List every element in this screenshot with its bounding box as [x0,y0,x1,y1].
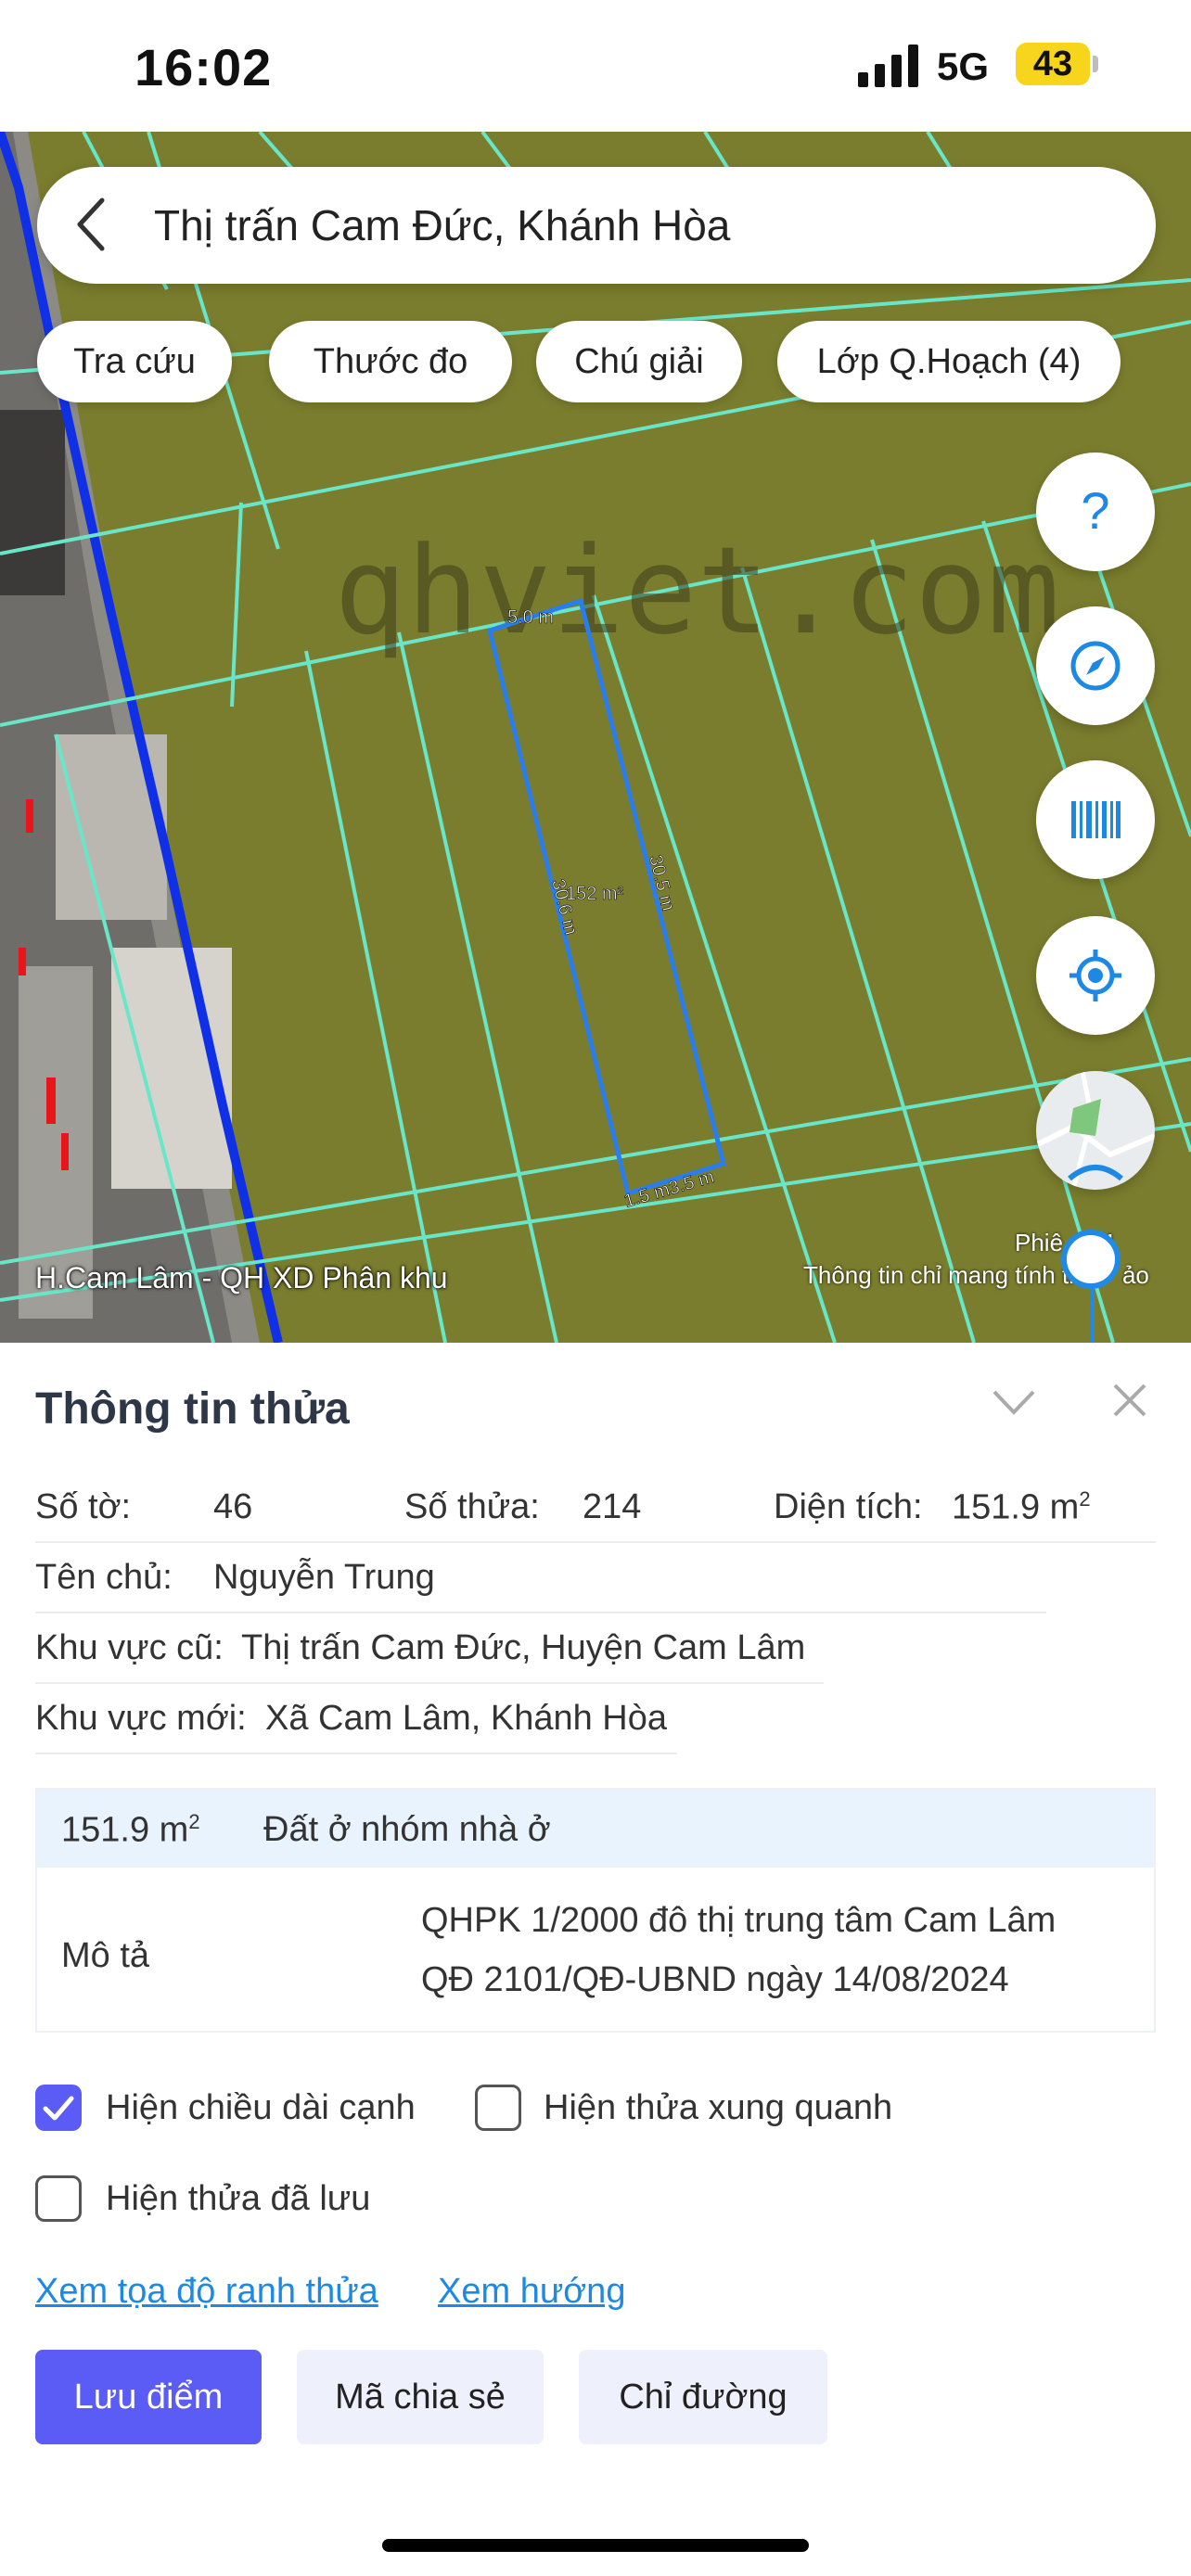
close-icon[interactable] [1111,1382,1148,1419]
chevron-left-icon[interactable] [72,197,109,252]
locate-button[interactable] [1036,916,1155,1035]
help-button[interactable]: ? [1036,453,1155,571]
show-edge-length-checkbox[interactable] [35,2085,82,2131]
compass-button[interactable] [1036,606,1155,725]
khu-vuc-cu-label: Khu vực cũ: [35,1628,224,1667]
planning-info-table: 151.9 m2 Đất ở nhóm nhà ở Mô tả QHPK 1/2… [35,1788,1156,2033]
edge-bottom-label: 1.5 m3.5 m [621,1167,716,1212]
khu-vuc-cu-value: Thị trấn Cam Đức, Huyện Cam Lâm [241,1628,806,1667]
chip-chu-giai[interactable]: Chú giải [536,321,742,402]
chip-thuoc-do[interactable]: Thước đo [269,321,512,402]
ten-chu-value: Nguyễn Trung [213,1558,435,1597]
map-watermark: qhviet.com [334,520,1060,661]
opacity-slider-knob[interactable] [1061,1230,1121,1289]
barcode-button[interactable] [1036,760,1155,879]
so-to-value: 46 [213,1487,253,1526]
show-saved-checkbox[interactable] [35,2175,82,2222]
show-surrounding-label[interactable]: Hiện thửa xung quanh [544,2088,892,2128]
barcode-icon [1071,801,1121,838]
share-code-button[interactable]: Mã chia sẻ [297,2350,544,2444]
check-icon [43,2096,74,2121]
divider [35,1612,1046,1613]
show-saved-label[interactable]: Hiện thửa đã lưu [106,2179,370,2219]
divider [35,1753,677,1754]
mini-map-button[interactable] [1036,1071,1155,1190]
ten-chu-label: Tên chủ: [35,1558,173,1597]
khu-vuc-moi-value: Xã Cam Lâm, Khánh Hòa [265,1699,668,1738]
status-bar: 16:02 5G 43 [0,0,1191,132]
battery-icon: 43 [1016,43,1090,85]
divider [35,1682,824,1684]
locate-icon [1069,950,1121,1001]
signal-icon [858,45,918,87]
opacity-slider-track[interactable] [1091,1287,1095,1343]
show-surrounding-checkbox[interactable] [475,2085,521,2131]
map-layer-label: H.Cam Lâm - QH XD Phân khu [35,1261,448,1294]
so-thua-label: Số thửa: [404,1487,540,1526]
planning-info-header: 151.9 m2 Đất ở nhóm nhà ở [37,1790,1154,1868]
view-coords-link[interactable]: Xem tọa độ ranh thửa [35,2272,378,2312]
view-direction-link[interactable]: Xem hướng [438,2272,625,2312]
home-indicator [382,2539,809,2552]
edge-top-label: 5.0 m [507,607,554,628]
planning-desc-label: Mô tả [61,1936,150,1975]
planning-desc-line2: QĐ 2101/QĐ-UBND ngày 14/08/2024 [421,1960,1009,1999]
battery-tip [1093,56,1098,72]
chevron-down-icon[interactable] [991,1386,1037,1418]
planning-desc-line1: QHPK 1/2000 đô thị trung tâm Cam Lâm [421,1901,1057,1940]
planning-land-type: Đất ở nhóm nhà ở [263,1810,551,1849]
map-canvas: qhviet.com 5.0 m 152 m² 30.6 m 30.5 m 1.… [0,132,1191,1343]
status-time: 16:02 [134,38,273,96]
mini-map-icon [1036,1071,1155,1190]
chip-lop-quy-hoach[interactable]: Lớp Q.Hoạch (4) [777,321,1121,402]
dien-tich-label: Diện tích: [774,1487,923,1526]
help-icon: ? [1081,484,1109,540]
show-edge-length-label[interactable]: Hiện chiều dài cạnh [106,2088,416,2128]
khu-vuc-moi-label: Khu vực mới: [35,1699,247,1738]
compass-icon [1070,641,1121,691]
so-to-label: Số tờ: [35,1487,132,1526]
directions-button[interactable]: Chỉ đường [579,2350,827,2444]
planning-area: 151.9 m2 [61,1810,200,1850]
map-view[interactable]: qhviet.com 5.0 m 152 m² 30.6 m 30.5 m 1.… [0,132,1191,1343]
panel-title: Thông tin thửa [35,1384,350,1434]
svg-text:?: ? [1081,484,1109,540]
search-location-text[interactable]: Thị trấn Cam Đức, Khánh Hòa [154,200,730,250]
save-point-button[interactable]: Lưu điểm [35,2350,262,2444]
dien-tich-value: 151.9 m2 [952,1487,1091,1527]
network-type: 5G [937,45,990,88]
edge-right-label: 30.5 m [645,853,678,913]
divider [35,1541,1156,1543]
area-label: 152 m² [566,884,624,904]
battery-level: 43 [1032,45,1073,83]
so-thua-value: 214 [583,1487,642,1526]
chip-tra-cuu[interactable]: Tra cứu [37,321,232,402]
